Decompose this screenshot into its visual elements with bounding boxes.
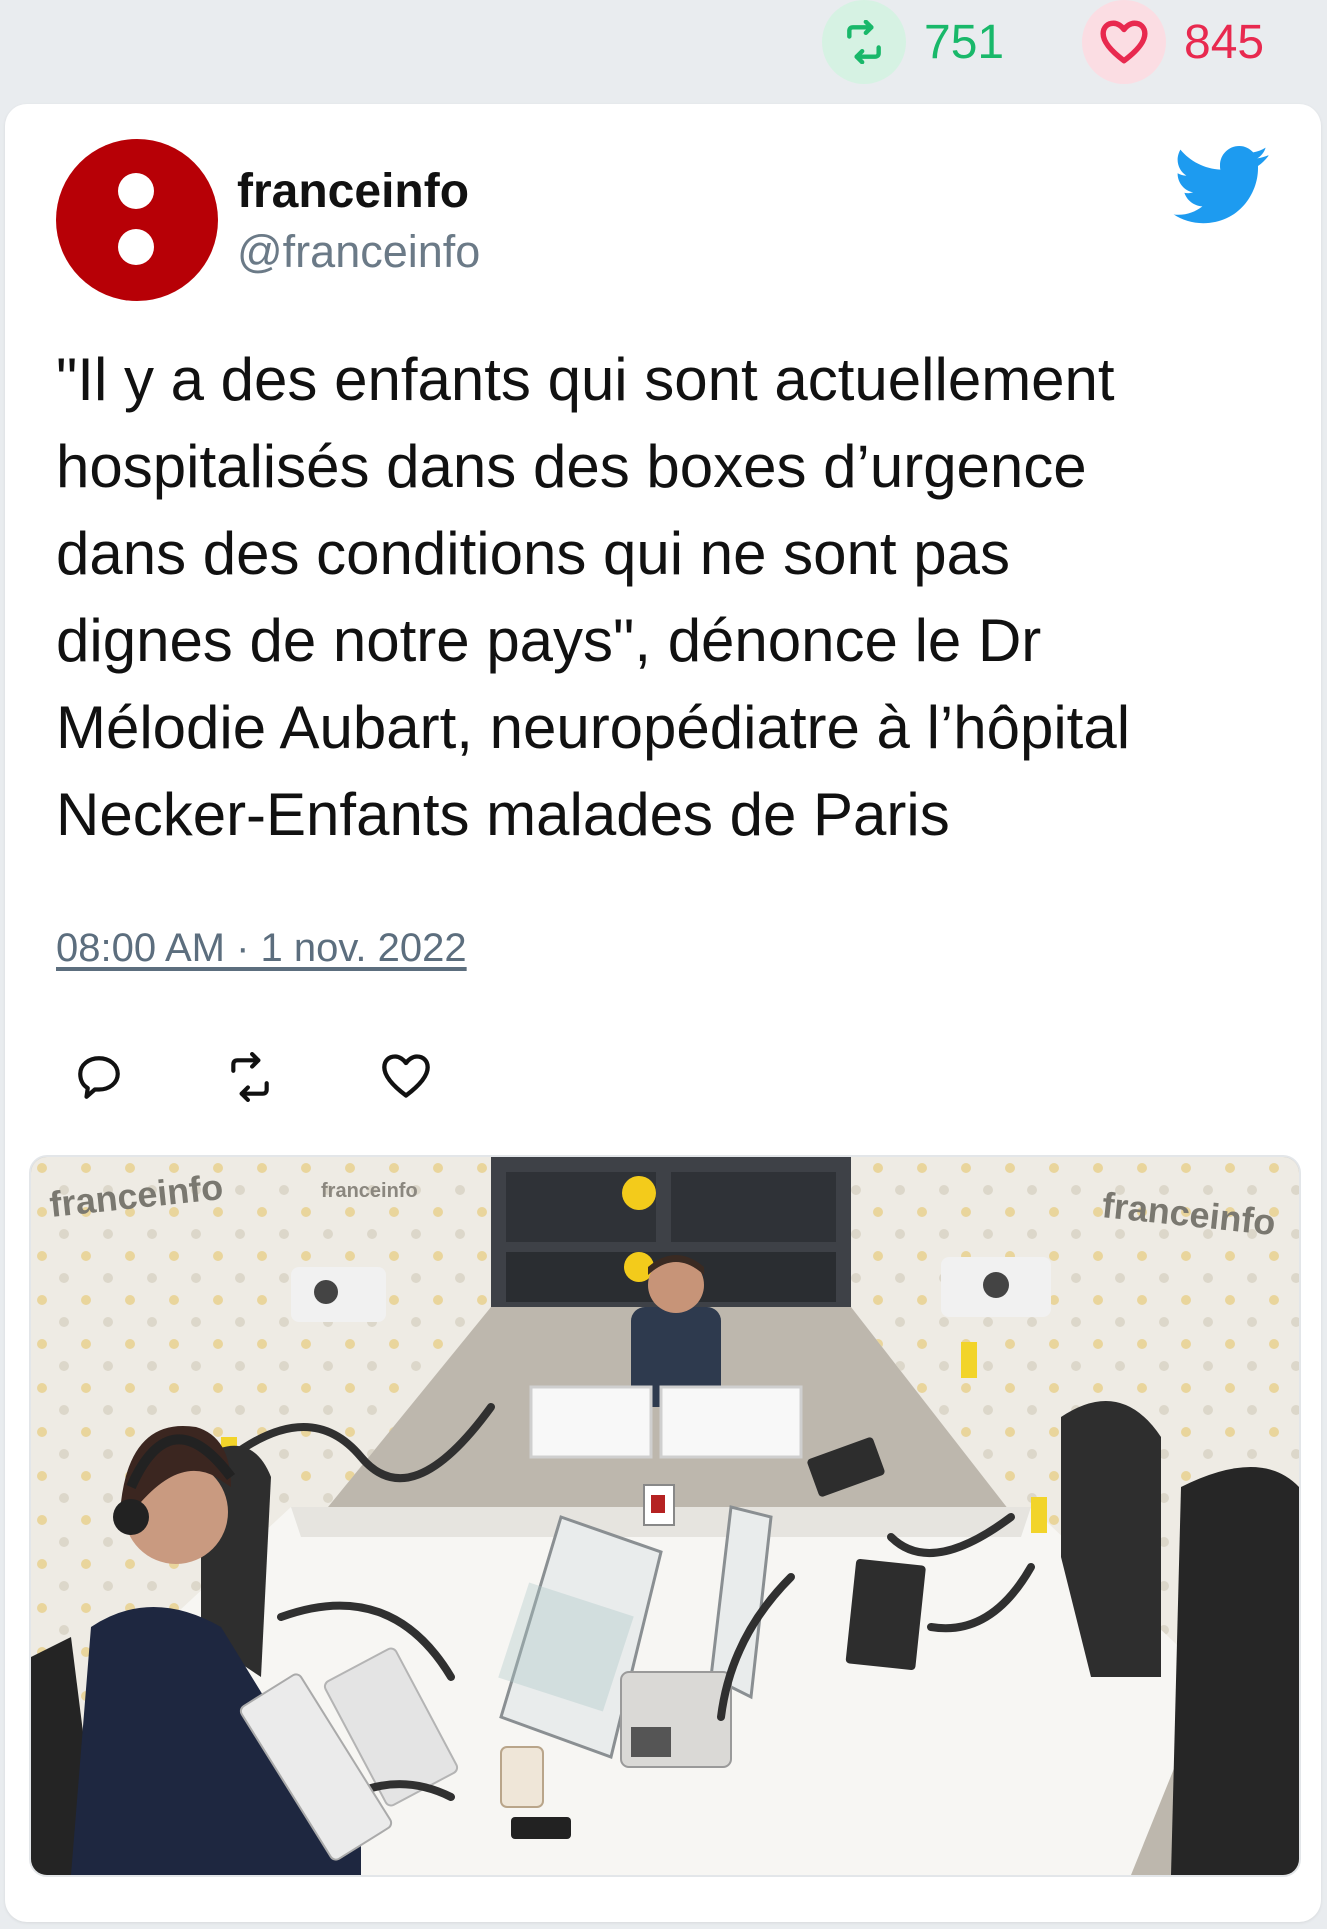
avatar-logo-dot-top <box>118 173 154 209</box>
tweet-text-line: dans des conditions qui ne sont pas <box>56 520 1010 587</box>
retweet-icon <box>822 0 906 84</box>
author-name[interactable]: franceinfo <box>237 164 469 219</box>
twitter-bird-icon[interactable] <box>1173 146 1271 231</box>
reply-icon <box>73 1056 125 1106</box>
tweet-card[interactable]: franceinfo @franceinfo "Il y a des enfan… <box>5 104 1321 1922</box>
avatar-logo-dot-bottom <box>118 229 154 265</box>
reply-button[interactable] <box>73 1052 125 1107</box>
tweet-text: "Il y a des enfants qui sont actuellemen… <box>56 336 1286 858</box>
heart-icon <box>1082 0 1166 84</box>
like-count[interactable]: 845 <box>1082 0 1264 84</box>
avatar[interactable] <box>56 139 218 301</box>
tweet-text-line: Necker-Enfants malades de Paris <box>56 781 950 848</box>
tweet-text-line: Mélodie Aubart, neuropédiatre à l’hôpita… <box>56 694 1131 761</box>
retweet-count-value: 751 <box>924 15 1005 69</box>
heart-icon <box>380 1054 432 1104</box>
like-count-value: 845 <box>1184 15 1265 69</box>
like-button[interactable] <box>380 1052 432 1105</box>
tweet-text-line: dignes de notre pays", dénonce le Dr <box>56 607 1042 674</box>
retweet-button[interactable] <box>220 1052 280 1107</box>
tweet-text-line: "Il y a des enfants qui sont actuellemen… <box>56 346 1115 413</box>
engagement-bar: 751 845 <box>0 0 1327 100</box>
retweet-count[interactable]: 751 <box>822 0 1004 84</box>
radio-studio-photo: franceinfo franceinfo franceinfo <box>31 1157 1299 1875</box>
wall-logo-small: franceinfo <box>321 1180 418 1202</box>
retweet-icon <box>220 1052 280 1106</box>
tweet-text-line: hospitalisés dans des boxes d’urgence <box>56 433 1087 500</box>
author-handle[interactable]: @franceinfo <box>237 226 480 278</box>
tweet-media-photo[interactable]: franceinfo franceinfo franceinfo <box>29 1155 1301 1877</box>
tweet-timestamp[interactable]: 08:00 AM · 1 nov. 2022 <box>56 926 467 971</box>
